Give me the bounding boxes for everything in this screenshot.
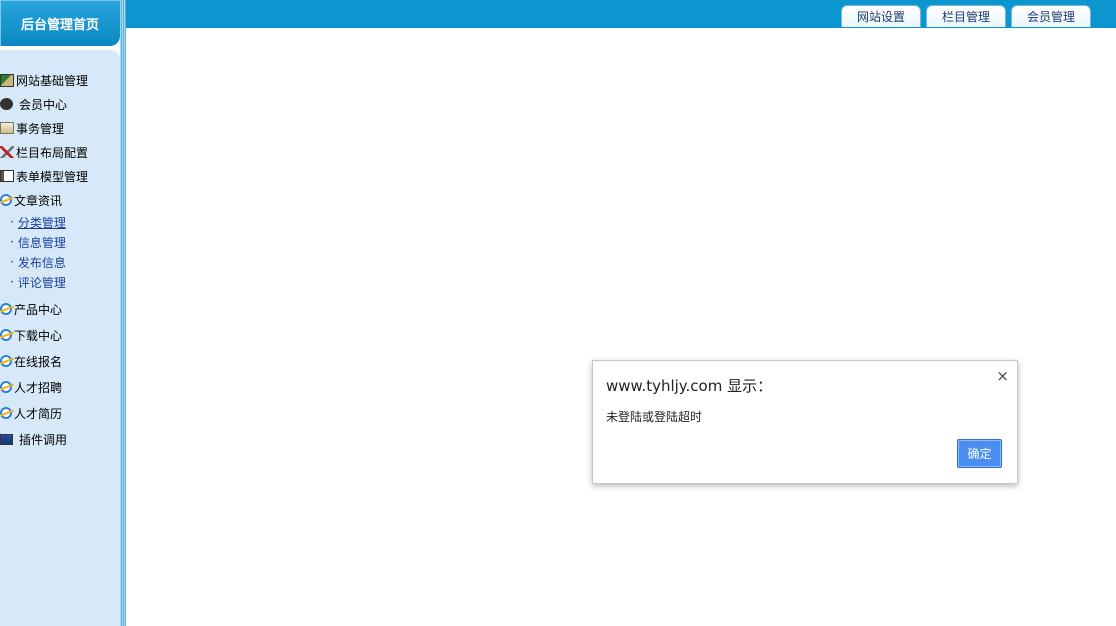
- tab-column-management[interactable]: 栏目管理: [926, 5, 1006, 27]
- sidebar-item-label: 在线报名: [14, 354, 63, 369]
- sidebar-item-recruitment[interactable]: 人才招聘: [0, 374, 120, 400]
- top-bar: 网站设置 栏目管理 会员管理: [0, 0, 1116, 28]
- site-admin-icon: [0, 73, 14, 87]
- submenu-item[interactable]: · 评论管理: [10, 272, 120, 292]
- sidebar-item-member-center[interactable]: 会员中心: [0, 92, 120, 116]
- sidebar: 网站基础管理 会员中心 事务管理 栏目布局配置 表单模型管理 文章资讯 · 分类…: [0, 50, 120, 626]
- bullet-icon: ·: [10, 215, 14, 229]
- sidebar-item-articles[interactable]: 文章资讯: [0, 188, 120, 212]
- sidebar-item-downloads[interactable]: 下载中心: [0, 322, 120, 348]
- sidebar-item-products[interactable]: 产品中心: [0, 296, 120, 322]
- submenu-item[interactable]: · 分类管理: [10, 212, 120, 232]
- sidebar-item-label: 人才招聘: [14, 380, 63, 395]
- sidebar-divider: [120, 0, 126, 626]
- ie-icon: [0, 407, 12, 419]
- submenu-link-publish[interactable]: 发布信息: [18, 254, 66, 271]
- sidebar-item-label: 下载中心: [14, 328, 63, 343]
- sidebar-item-label: 网站基础管理: [16, 73, 89, 88]
- submenu-item[interactable]: · 信息管理: [10, 232, 120, 252]
- submenu-link-category[interactable]: 分类管理: [18, 214, 66, 231]
- bullet-icon: ·: [10, 255, 14, 269]
- alert-dialog: www.tyhljy.com 显示： × 未登陆或登陆超时 确定: [592, 360, 1018, 484]
- sidebar-item-label: 文章资讯: [14, 193, 63, 208]
- sidebar-item-plugins[interactable]: 插件调用: [0, 426, 120, 452]
- tab-site-settings[interactable]: 网站设置: [841, 5, 921, 27]
- sidebar-item-resumes[interactable]: 人才简历: [0, 400, 120, 426]
- sidebar-item-label: 人才简历: [14, 406, 63, 421]
- sidebar-item-site-basic[interactable]: 网站基础管理: [0, 68, 120, 92]
- tab-member-management[interactable]: 会员管理: [1011, 5, 1091, 27]
- sidebar-item-label: 事务管理: [16, 121, 65, 136]
- sidebar-item-online-signup[interactable]: 在线报名: [0, 348, 120, 374]
- sidebar-item-form-model[interactable]: 表单模型管理: [0, 164, 120, 188]
- form-icon: [0, 170, 14, 182]
- dialog-title: www.tyhljy.com 显示：: [606, 377, 773, 395]
- ie-icon: [0, 381, 12, 393]
- sidebar-item-layout-config[interactable]: 栏目布局配置: [0, 140, 120, 164]
- top-tabs: 网站设置 栏目管理 会员管理: [841, 5, 1096, 28]
- submenu-item[interactable]: · 发布信息: [10, 252, 120, 272]
- tools-icon: [0, 146, 14, 158]
- ie-icon: [0, 194, 12, 206]
- sidebar-item-label: 插件调用: [19, 432, 68, 447]
- affairs-icon: [0, 122, 14, 134]
- close-icon[interactable]: ×: [996, 367, 1009, 385]
- submenu-link-comments[interactable]: 评论管理: [18, 274, 66, 291]
- member-icon: [0, 98, 13, 110]
- bullet-icon: ·: [10, 235, 14, 249]
- sidebar-item-affairs[interactable]: 事务管理: [0, 116, 120, 140]
- admin-home-title[interactable]: 后台管理首页: [0, 0, 120, 46]
- sidebar-item-label: 会员中心: [19, 97, 68, 112]
- sidebar-item-label: 产品中心: [14, 302, 63, 317]
- ok-button[interactable]: 确定: [957, 439, 1002, 468]
- sidebar-item-label: 表单模型管理: [16, 169, 89, 184]
- sidebar-item-label: 栏目布局配置: [16, 145, 89, 160]
- plugin-icon: [0, 433, 13, 445]
- ie-icon: [0, 329, 12, 341]
- ie-icon: [0, 303, 12, 315]
- sidebar-menu: 网站基础管理 会员中心 事务管理 栏目布局配置 表单模型管理 文章资讯 · 分类…: [0, 68, 120, 452]
- ie-icon: [0, 355, 12, 367]
- articles-submenu: · 分类管理 · 信息管理 · 发布信息 · 评论管理: [10, 212, 120, 292]
- dialog-message: 未登陆或登陆超时: [606, 410, 703, 424]
- bullet-icon: ·: [10, 275, 14, 289]
- submenu-link-info[interactable]: 信息管理: [18, 234, 66, 251]
